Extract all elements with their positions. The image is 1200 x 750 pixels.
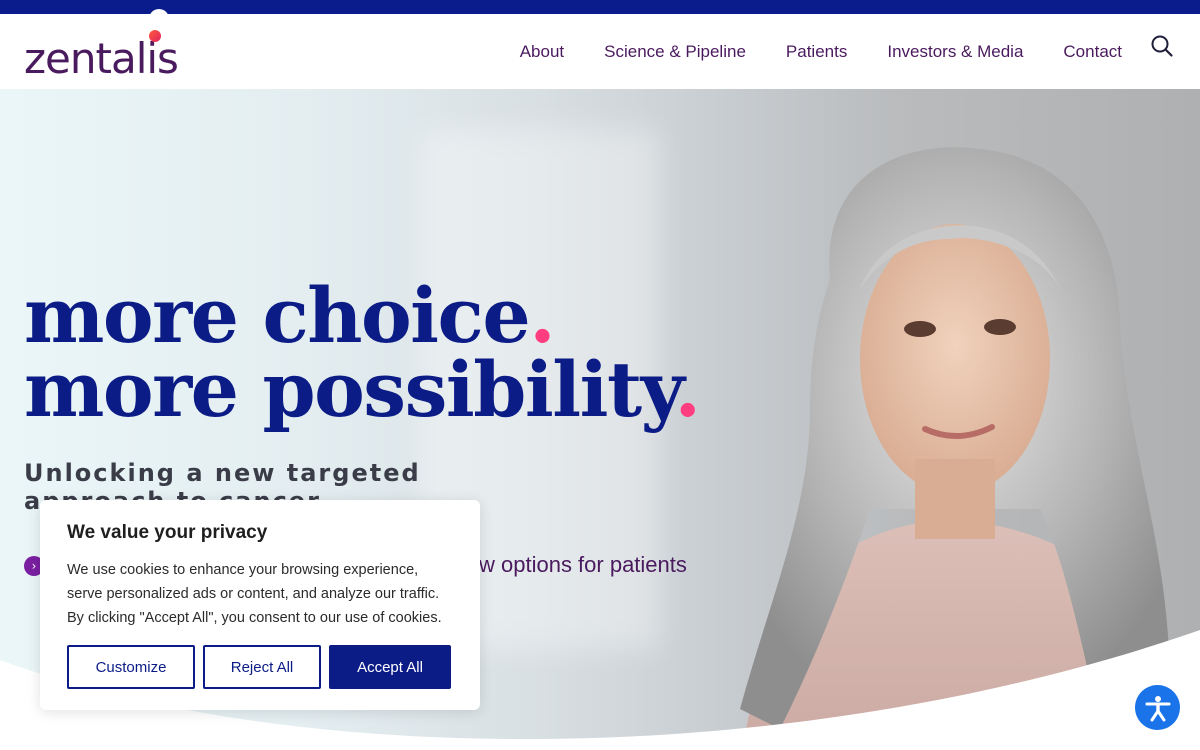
cookie-body: We use cookies to enhance your browsing … xyxy=(67,562,442,626)
cookie-title: We value your privacy xyxy=(67,522,268,543)
customize-button[interactable]: Customize xyxy=(67,645,195,689)
cookie-buttons: Customize Reject All Accept All xyxy=(67,645,451,689)
headline-dot-2: . xyxy=(674,345,701,434)
hero-cta-text[interactable]: w options for patients xyxy=(479,552,687,578)
headline-line-1: more choice. xyxy=(24,278,700,354)
nav-item-science-pipeline[interactable]: Science & Pipeline xyxy=(604,42,746,62)
site-header: zentalis About Science & Pipeline Patien… xyxy=(0,14,1200,89)
nav-item-investors-media[interactable]: Investors & Media xyxy=(887,42,1023,62)
logo-text: zentalis xyxy=(24,34,179,83)
search-icon[interactable] xyxy=(1150,34,1174,58)
reject-all-button[interactable]: Reject All xyxy=(203,645,321,689)
headline-line-2: more possibility. xyxy=(24,352,701,428)
logo-dot-icon xyxy=(149,30,161,42)
logo[interactable]: zentalis xyxy=(24,24,179,83)
nav-item-about[interactable]: About xyxy=(520,42,564,62)
main-nav: About Science & Pipeline Patients Invest… xyxy=(520,14,1122,89)
cookie-consent-banner: We value your privacy We use cookies to … xyxy=(40,500,480,710)
hero-headline: more choice. more possibility. xyxy=(24,278,701,428)
accept-all-button[interactable]: Accept All xyxy=(329,645,451,689)
nav-item-contact[interactable]: Contact xyxy=(1063,42,1122,62)
accessibility-icon[interactable] xyxy=(1135,685,1180,730)
top-strip xyxy=(0,0,1200,19)
headline-line-2-text: more possibility xyxy=(24,345,676,434)
nav-item-patients[interactable]: Patients xyxy=(786,42,847,62)
